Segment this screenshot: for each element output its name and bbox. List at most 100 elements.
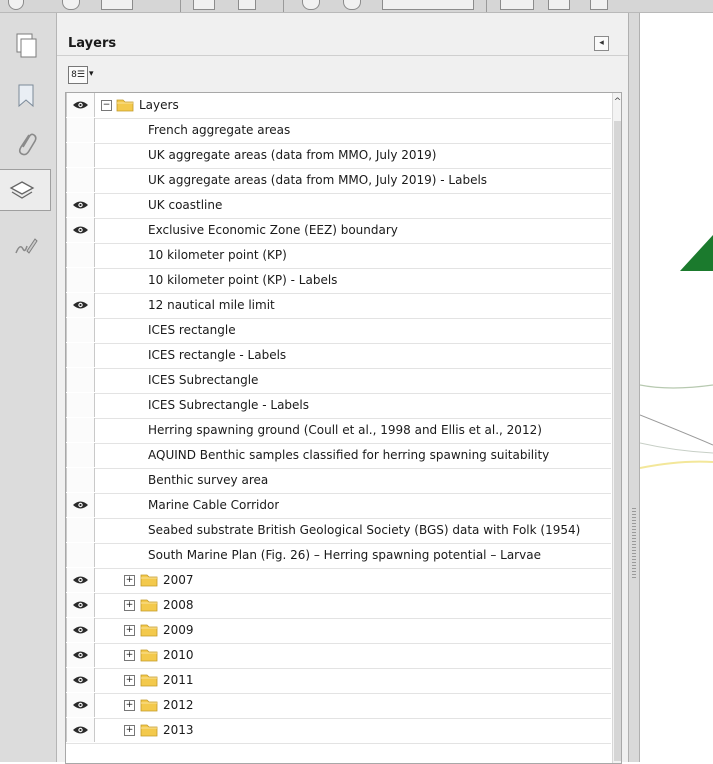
toolbar-button[interactable] bbox=[62, 0, 80, 10]
visibility-toggle[interactable] bbox=[66, 418, 95, 442]
plus-box-icon[interactable]: + bbox=[124, 600, 135, 611]
zoom-out-button[interactable] bbox=[302, 0, 320, 10]
layers-button[interactable] bbox=[0, 169, 51, 211]
layer-group-row[interactable]: +2013 bbox=[66, 718, 611, 744]
toolbar-button[interactable] bbox=[500, 0, 534, 10]
layer-root-row[interactable]: − Layers bbox=[66, 93, 611, 119]
visibility-toggle[interactable] bbox=[66, 193, 95, 217]
visibility-toggle[interactable] bbox=[66, 718, 95, 742]
attachments-button[interactable] bbox=[6, 123, 46, 163]
visibility-toggle[interactable] bbox=[66, 543, 95, 567]
eye-icon bbox=[73, 651, 88, 659]
folder-icon bbox=[140, 624, 158, 637]
layer-row[interactable]: Seabed substrate British Geological Soci… bbox=[66, 518, 611, 544]
layer-row[interactable]: UK aggregate areas (data from MMO, July … bbox=[66, 143, 611, 169]
splitter-grip[interactable] bbox=[632, 508, 636, 578]
layer-row[interactable]: 12 nautical mile limit bbox=[66, 293, 611, 319]
layer-group-row[interactable]: +2010 bbox=[66, 643, 611, 669]
visibility-toggle[interactable] bbox=[66, 643, 95, 667]
layer-row[interactable]: Herring spawning ground (Coull et al., 1… bbox=[66, 418, 611, 444]
toolbar-button[interactable] bbox=[590, 0, 608, 10]
layer-row[interactable]: Benthic survey area bbox=[66, 468, 611, 494]
page-thumbnails-button[interactable] bbox=[6, 25, 46, 65]
eye-icon bbox=[73, 226, 88, 234]
scroll-up-arrow[interactable]: ^ bbox=[613, 97, 621, 107]
layer-label: 2011 bbox=[163, 673, 194, 687]
visibility-toggle[interactable] bbox=[66, 468, 95, 492]
layer-row[interactable]: Marine Cable Corridor bbox=[66, 493, 611, 519]
visibility-toggle[interactable] bbox=[66, 593, 95, 617]
visibility-toggle[interactable] bbox=[66, 568, 95, 592]
visibility-toggle[interactable] bbox=[66, 618, 95, 642]
visibility-toggle[interactable] bbox=[66, 118, 95, 142]
layer-row[interactable]: 10 kilometer point (KP) - Labels bbox=[66, 268, 611, 294]
plus-box-icon[interactable]: + bbox=[124, 700, 135, 711]
bookmarks-button[interactable] bbox=[6, 75, 46, 115]
layer-label: 2010 bbox=[163, 648, 194, 662]
zoom-in-button[interactable] bbox=[343, 0, 361, 10]
layers-options-button[interactable]: 8☰ ▾ bbox=[68, 66, 104, 84]
layer-group-row[interactable]: +2009 bbox=[66, 618, 611, 644]
layer-row[interactable]: ICES Subrectangle - Labels bbox=[66, 393, 611, 419]
layer-group-row[interactable]: +2012 bbox=[66, 693, 611, 719]
visibility-toggle[interactable] bbox=[66, 343, 95, 367]
plus-box-icon[interactable]: + bbox=[124, 650, 135, 661]
document-canvas[interactable] bbox=[640, 13, 713, 762]
visibility-toggle[interactable] bbox=[66, 243, 95, 267]
eye-icon bbox=[73, 726, 88, 734]
visibility-toggle[interactable] bbox=[66, 318, 95, 342]
vertical-scrollbar[interactable]: ^ bbox=[612, 93, 621, 763]
eye-icon bbox=[73, 701, 88, 709]
scroll-thumb[interactable] bbox=[614, 121, 621, 761]
visibility-toggle[interactable] bbox=[66, 218, 95, 242]
signatures-button[interactable] bbox=[6, 225, 46, 265]
layer-row[interactable]: South Marine Plan (Fig. 26) – Herring sp… bbox=[66, 543, 611, 569]
plus-box-icon[interactable]: + bbox=[124, 725, 135, 736]
layer-row[interactable]: Exclusive Economic Zone (EEZ) boundary bbox=[66, 218, 611, 244]
toolbar-button[interactable] bbox=[548, 0, 570, 10]
layer-row[interactable]: ICES rectangle - Labels bbox=[66, 343, 611, 369]
visibility-toggle[interactable] bbox=[66, 168, 95, 192]
toolbar-button[interactable] bbox=[193, 0, 215, 10]
toolbar-button[interactable] bbox=[238, 0, 256, 10]
plus-box-icon[interactable]: + bbox=[124, 575, 135, 586]
visibility-toggle[interactable] bbox=[66, 693, 95, 717]
visibility-toggle[interactable] bbox=[66, 518, 95, 542]
visibility-toggle[interactable] bbox=[66, 443, 95, 467]
collapse-panel-button[interactable]: ◂ bbox=[594, 36, 609, 51]
plus-box-icon[interactable]: + bbox=[124, 625, 135, 636]
zoom-level-input[interactable] bbox=[382, 0, 474, 10]
pane-splitter[interactable] bbox=[628, 13, 640, 762]
visibility-toggle[interactable] bbox=[66, 393, 95, 417]
visibility-toggle[interactable] bbox=[66, 493, 95, 517]
visibility-toggle[interactable] bbox=[66, 293, 95, 317]
chevron-left-icon: ◂ bbox=[599, 38, 604, 48]
plus-box-icon[interactable]: + bbox=[124, 675, 135, 686]
layer-group-row[interactable]: +2008 bbox=[66, 593, 611, 619]
layer-label: French aggregate areas bbox=[148, 123, 291, 137]
layer-row[interactable]: UK aggregate areas (data from MMO, July … bbox=[66, 168, 611, 194]
visibility-toggle[interactable] bbox=[66, 268, 95, 292]
visibility-toggle[interactable] bbox=[66, 368, 95, 392]
layer-row[interactable]: ICES Subrectangle bbox=[66, 368, 611, 394]
layer-label: ICES Subrectangle - Labels bbox=[148, 398, 310, 412]
layer-group-row[interactable]: +2007 bbox=[66, 568, 611, 594]
layer-row[interactable]: UK coastline bbox=[66, 193, 611, 219]
visibility-toggle[interactable] bbox=[66, 668, 95, 692]
layer-label: Benthic survey area bbox=[148, 473, 269, 487]
panel-title: Layers bbox=[68, 36, 117, 51]
layer-label: Exclusive Economic Zone (EEZ) boundary bbox=[148, 223, 398, 237]
visibility-toggle[interactable] bbox=[66, 143, 95, 167]
pages-icon bbox=[16, 33, 37, 58]
visibility-toggle[interactable] bbox=[66, 93, 95, 117]
options-menu-icon: 8☰ bbox=[68, 66, 88, 84]
layer-row[interactable]: French aggregate areas bbox=[66, 118, 611, 144]
paperclip-icon bbox=[18, 133, 37, 156]
layer-group-row[interactable]: +2011 bbox=[66, 668, 611, 694]
page-number-input[interactable] bbox=[101, 0, 133, 10]
toolbar-button[interactable] bbox=[8, 0, 24, 10]
layer-row[interactable]: 10 kilometer point (KP) bbox=[66, 243, 611, 269]
layer-row[interactable]: ICES rectangle bbox=[66, 318, 611, 344]
layer-row[interactable]: AQUIND Benthic samples classified for he… bbox=[66, 443, 611, 469]
minus-box-icon[interactable]: − bbox=[101, 100, 112, 111]
